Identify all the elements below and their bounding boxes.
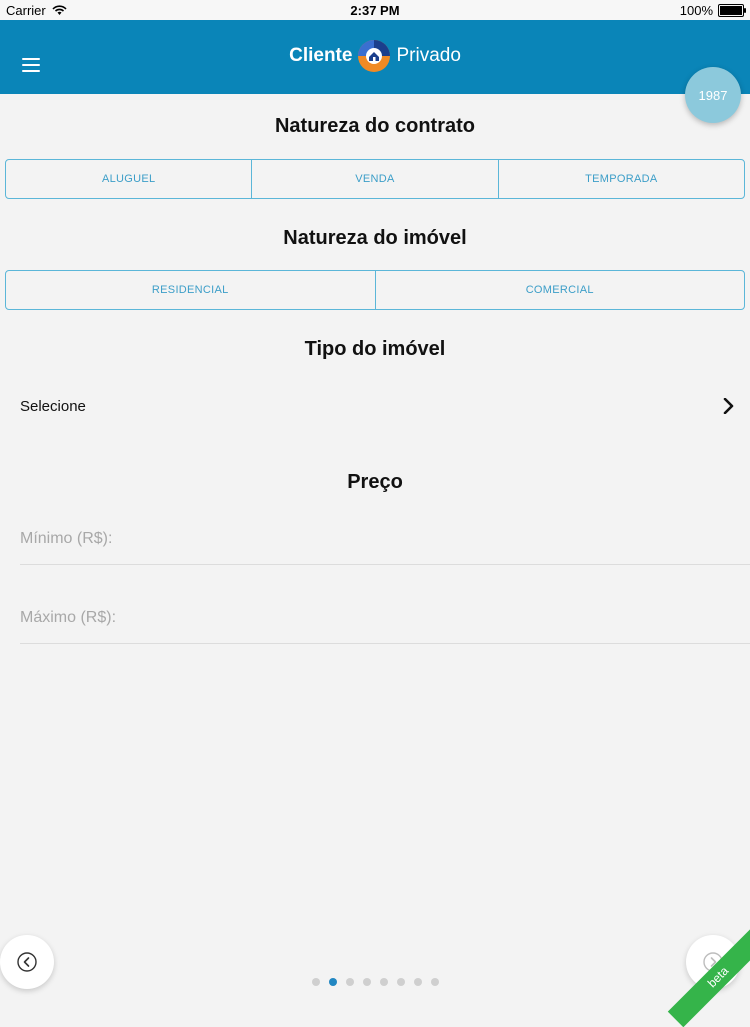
page-dot[interactable] (345, 978, 354, 986)
property-segmented-control: RESIDENCIAL COMERCIAL (5, 270, 745, 310)
page-dot[interactable] (379, 978, 388, 986)
status-right: 100% (679, 3, 746, 18)
logo-text-left: Cliente (289, 45, 353, 66)
price-title: Preço (347, 471, 403, 493)
contract-option-venda[interactable]: VENDA (252, 160, 499, 198)
property-title: Natureza do imóvel (283, 227, 467, 249)
page-dot[interactable] (413, 978, 422, 986)
app-header: Cliente Privado (0, 20, 750, 94)
page-dot[interactable] (362, 978, 371, 986)
logo-text-right: Privado (396, 45, 461, 66)
max-price-input[interactable] (20, 593, 750, 643)
battery-percent: 100% (679, 3, 713, 18)
chevron-right-icon (723, 398, 734, 414)
page-dot[interactable] (396, 978, 405, 986)
house-logo-icon (358, 40, 391, 72)
contract-title: Natureza do contrato (274, 115, 476, 137)
property-option-residencial[interactable]: RESIDENCIAL (6, 271, 376, 309)
contract-segmented-control: ALUGUEL VENDA TEMPORADA (5, 159, 745, 199)
app-logo: Cliente Privado (0, 38, 750, 74)
min-price-field (20, 514, 750, 565)
max-price-field (20, 593, 750, 644)
status-time: 2:37 PM (350, 3, 400, 18)
battery-icon (718, 4, 746, 17)
page-indicator (0, 978, 750, 986)
type-select-row[interactable]: Selecione (20, 392, 735, 420)
type-title: Tipo do imóvel (304, 338, 446, 360)
page-dot[interactable] (311, 978, 320, 986)
page-dot[interactable] (430, 978, 439, 986)
property-option-comercial[interactable]: COMERCIAL (376, 271, 745, 309)
type-select-value: Selecione (20, 397, 86, 415)
min-price-input[interactable] (20, 514, 750, 564)
status-bar: Carrier 2:37 PM 100% (0, 0, 750, 20)
circle-arrow-left-icon (17, 952, 37, 972)
contract-option-temporada[interactable]: TEMPORADA (499, 160, 744, 198)
page-dot[interactable] (328, 978, 337, 986)
contract-option-aluguel[interactable]: ALUGUEL (6, 160, 253, 198)
